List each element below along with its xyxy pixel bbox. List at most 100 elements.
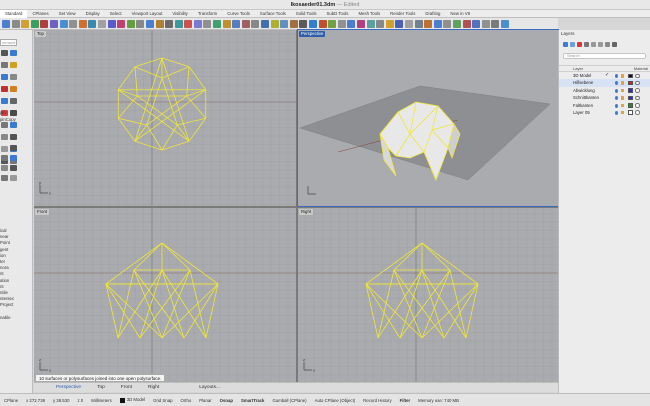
toolbar-tool-38-icon[interactable] — [366, 19, 375, 28]
sidebar-tool-extra-3-icon[interactable] — [1, 165, 8, 171]
material-icon[interactable] — [635, 73, 640, 78]
toolbar-tool-24-icon[interactable] — [232, 19, 241, 28]
lightbulb-icon[interactable] — [615, 110, 618, 115]
layer-color-swatch[interactable] — [628, 80, 633, 86]
viewport-tab-0[interactable]: Perspective — [48, 385, 89, 390]
sidebar-tool-extra-6-icon[interactable] — [10, 175, 17, 181]
tab-2[interactable]: Set View — [54, 10, 81, 18]
lock-icon[interactable] — [621, 103, 624, 108]
sidebar-tool-extra-5-icon[interactable] — [1, 175, 8, 181]
toolbar-tool-14-icon[interactable] — [136, 19, 145, 28]
viewport-tab-2[interactable]: Front — [113, 385, 140, 390]
tab-10[interactable]: Solid Tools — [291, 10, 322, 18]
viewport-label-front[interactable]: Front — [35, 209, 50, 215]
status-toggle-8[interactable]: Filter — [396, 398, 415, 403]
tab-4[interactable]: Select — [105, 10, 127, 18]
toolbar-tool-41-icon[interactable] — [395, 19, 404, 28]
filter-icon[interactable] — [605, 41, 610, 47]
toolbar-tool-18-icon[interactable] — [174, 19, 183, 28]
toolbar-tool-2-icon[interactable] — [21, 19, 30, 28]
tab-0[interactable]: Standard — [0, 9, 28, 18]
tab-8[interactable]: Curve Tools — [222, 10, 255, 18]
toolbar-tool-27-icon[interactable] — [261, 19, 270, 28]
lock-icon[interactable] — [621, 88, 624, 93]
lock-icon[interactable] — [621, 81, 624, 85]
viewport-right[interactable]: Right xz — [298, 208, 558, 382]
new-layer-icon[interactable] — [563, 41, 568, 47]
sidebar-tool-5-icon[interactable] — [10, 74, 17, 80]
sidebar-tool-15-icon[interactable] — [10, 134, 17, 140]
command-input[interactable]: mmand — [0, 39, 17, 46]
status-toggle-4[interactable]: SmartTrack — [237, 398, 268, 403]
status-units[interactable]: Millimeters — [87, 398, 116, 403]
sidebar-tool-7-icon[interactable] — [10, 86, 17, 92]
material-icon[interactable] — [635, 95, 640, 101]
material-icon[interactable] — [635, 110, 640, 115]
sidebar-tool-6-icon[interactable] — [1, 86, 8, 92]
layer-row[interactable]: Hilfsebene — [559, 79, 650, 87]
layer-row[interactable]: Abwicklung — [559, 87, 650, 94]
sidebar-tool-2-icon[interactable] — [1, 62, 8, 68]
tab-9[interactable]: Surface Tools — [255, 10, 291, 18]
layer-color-swatch[interactable] — [628, 88, 633, 93]
toolbar-tool-50-icon[interactable] — [481, 19, 490, 28]
status-layer[interactable]: 3D Model — [116, 397, 149, 403]
material-icon[interactable] — [635, 80, 640, 86]
lock-icon[interactable] — [621, 110, 624, 115]
tab-5[interactable]: Viewport Layout — [127, 10, 168, 18]
status-toggle-2[interactable]: Planar — [195, 398, 215, 403]
status-toggle-1[interactable]: Ortho — [176, 398, 195, 403]
toolbar-tool-21-icon[interactable] — [203, 19, 212, 28]
sidebar-tool-extra-4-icon[interactable] — [10, 165, 17, 171]
viewport-perspective[interactable]: Perspective — [297, 29, 559, 207]
toolbar-tool-13-icon[interactable] — [126, 19, 135, 28]
new-sublayer-icon[interactable] — [570, 41, 575, 47]
sidebar-tool-4-icon[interactable] — [1, 74, 8, 80]
filter-layer-icon[interactable] — [584, 41, 589, 47]
lightbulb-icon[interactable] — [615, 81, 618, 86]
move-up-icon[interactable] — [591, 41, 596, 47]
tab-3[interactable]: Display — [81, 10, 105, 18]
sidebar-tool-extra-1-icon[interactable] — [1, 155, 8, 161]
toolbar-tool-39-icon[interactable] — [376, 19, 385, 28]
tab-1[interactable]: CPlanes — [27, 10, 53, 18]
toolbar-tool-44-icon[interactable] — [424, 19, 433, 28]
sidebar-tool-extra-2-icon[interactable] — [10, 155, 17, 161]
lock-icon[interactable] — [621, 74, 624, 78]
sidebar-tool-13-icon[interactable] — [10, 122, 17, 128]
toolbar-tool-5-icon[interactable] — [49, 19, 58, 28]
toolbar-tool-23-icon[interactable] — [222, 19, 231, 28]
tab-11[interactable]: SubD Tools — [322, 10, 354, 18]
layer-color-swatch[interactable] — [628, 95, 633, 101]
material-icon[interactable] — [635, 88, 640, 93]
viewport-label-right[interactable]: Right — [299, 209, 314, 215]
sidebar-tool-0-icon[interactable] — [1, 50, 8, 56]
viewport-label-top[interactable]: Top — [35, 31, 46, 37]
toolbar-tool-9-icon[interactable] — [88, 19, 97, 28]
toolbar-tool-46-icon[interactable] — [443, 19, 452, 28]
toolbar-tool-3-icon[interactable] — [30, 19, 39, 28]
layer-row[interactable]: 3D Model ✓ — [559, 72, 650, 79]
toolbar-tool-25-icon[interactable] — [241, 19, 250, 28]
lock-icon[interactable] — [621, 96, 624, 100]
toolbar-tool-32-icon[interactable] — [309, 19, 317, 28]
toolbar-tool-7-icon[interactable] — [69, 19, 78, 28]
toolbar-tool-45-icon[interactable] — [433, 19, 442, 28]
viewport-label-perspective[interactable]: Perspective — [299, 31, 326, 37]
toolbar-tool-10-icon[interactable] — [97, 19, 106, 28]
toolbar-tool-0-icon[interactable] — [2, 19, 10, 28]
osnap-item[interactable]: nable — [0, 315, 33, 321]
tab-7[interactable]: Transform — [193, 10, 222, 18]
toolbar-tool-16-icon[interactable] — [155, 19, 164, 28]
viewport-top[interactable]: Top xy — [34, 30, 296, 206]
status-toggle-3[interactable]: Osnap — [216, 398, 237, 403]
toolbar-tool-30-icon[interactable] — [289, 19, 298, 28]
toolbar-tool-22-icon[interactable] — [213, 19, 222, 28]
lightbulb-icon[interactable] — [615, 103, 618, 108]
tab-12[interactable]: Mesh Tools — [353, 10, 385, 18]
status-toggle-9[interactable]: Memory use: 740 MB — [414, 398, 463, 403]
sidebar-tool-14-icon[interactable] — [1, 134, 8, 140]
toolbar-tool-52-icon[interactable] — [500, 19, 509, 28]
status-toggle-5[interactable]: Gumball (CPlane) — [268, 398, 310, 403]
sidebar-tool-12-icon[interactable] — [1, 122, 8, 128]
